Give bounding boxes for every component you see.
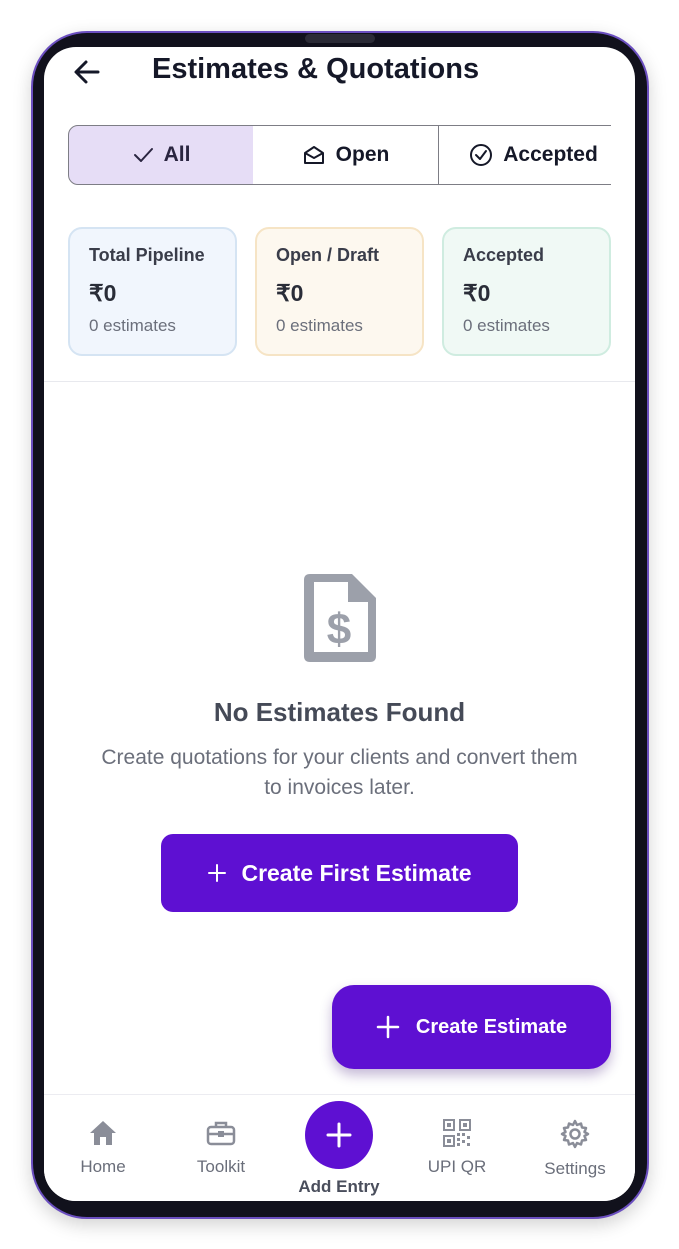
add-entry-label: Add Entry	[298, 1177, 380, 1196]
check-circle-icon	[469, 143, 493, 167]
back-button[interactable]	[70, 55, 104, 89]
add-entry-button[interactable]	[305, 1101, 373, 1169]
tab-open-label: Open	[335, 143, 390, 166]
nav-settings[interactable]: Settings	[525, 1119, 625, 1179]
description-line: to invoices later.	[264, 776, 415, 799]
create-estimate-label: Create Estimate	[415, 1015, 568, 1038]
tab-accepted-label: Accepted	[503, 143, 598, 166]
card-count: 0 estimates	[463, 316, 550, 335]
summary-card-accepted: Accepted ₹0 0 estimates	[442, 227, 611, 356]
home-icon	[90, 1121, 116, 1145]
tab-accepted[interactable]: Accepted	[438, 125, 611, 185]
envelope-open-icon	[302, 143, 326, 167]
card-label: Accepted	[463, 245, 545, 265]
create-first-estimate-label: Create First Estimate	[241, 859, 472, 886]
section-divider	[44, 381, 635, 382]
card-amount: ₹0	[276, 280, 304, 306]
tab-open[interactable]: Open	[253, 125, 439, 185]
nav-home[interactable]: Home	[53, 1119, 153, 1177]
summary-card-open-draft: Open / Draft ₹0 0 estimates	[255, 227, 424, 356]
nav-upi-qr[interactable]: UPI QR	[407, 1119, 507, 1177]
filter-tabs: All Open Accepted	[68, 125, 611, 185]
svg-text:$: $	[327, 605, 351, 654]
plus-icon	[376, 1015, 400, 1039]
tab-all-label: All	[163, 143, 191, 166]
qr-code-icon	[443, 1119, 471, 1147]
card-label: Open / Draft	[276, 245, 380, 265]
check-icon	[132, 144, 154, 166]
document-dollar-icon: $	[302, 572, 378, 669]
gear-icon	[560, 1119, 590, 1149]
empty-state-title: No Estimates Found	[213, 697, 466, 727]
page-title: Estimates & Quotations	[152, 53, 480, 85]
card-amount: ₹0	[463, 280, 491, 306]
app-screen: Estimates & Quotations All Open Accepted…	[44, 47, 635, 1201]
nav-toolkit[interactable]: Toolkit	[171, 1119, 271, 1177]
nav-upi-qr-label: UPI QR	[427, 1157, 487, 1176]
plus-icon	[326, 1122, 352, 1148]
card-count: 0 estimates	[89, 316, 176, 335]
create-estimate-fab[interactable]: Create Estimate	[332, 985, 611, 1069]
card-count: 0 estimates	[276, 316, 363, 335]
empty-state-description: Create quotations for your clients and c…	[54, 743, 625, 803]
nav-toolkit-label: Toolkit	[196, 1157, 246, 1176]
create-first-estimate-button[interactable]: Create First Estimate	[161, 834, 518, 912]
card-label: Total Pipeline	[89, 245, 205, 265]
summary-card-total-pipeline: Total Pipeline ₹0 0 estimates	[68, 227, 237, 356]
toolbox-icon	[206, 1121, 236, 1146]
description-line: Create quotations for your clients and c…	[101, 746, 578, 769]
nav-home-label: Home	[80, 1157, 126, 1176]
device-notch	[305, 34, 375, 43]
tab-all[interactable]: All	[68, 125, 254, 185]
plus-icon	[208, 864, 227, 882]
nav-settings-label: Settings	[544, 1159, 606, 1178]
card-amount: ₹0	[89, 280, 117, 306]
bottom-navigation: Home Toolkit Add Entry UPI QR Settings	[44, 1094, 635, 1201]
arrow-left-icon	[74, 60, 100, 84]
